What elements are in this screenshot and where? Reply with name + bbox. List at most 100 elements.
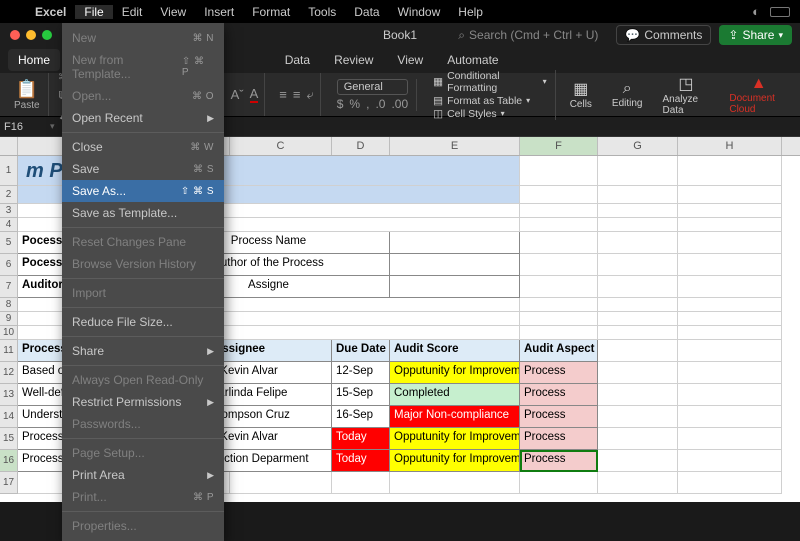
menu-properties[interactable]: Properties... [62,515,224,537]
pdf-icon: ▲ [751,75,767,93]
cells-button[interactable]: ▦Cells [564,79,598,110]
align-left-icon[interactable]: ≡ [279,87,287,102]
zoom-icon[interactable] [42,30,52,40]
share-button[interactable]: ⇪ Share ▾ [719,25,792,45]
menu-insert[interactable]: Insert [195,5,243,19]
menu-format[interactable]: Format [243,5,299,19]
cell-score-13[interactable]: Completed [390,384,520,406]
menu-open-recent[interactable]: Open Recent▶ [62,107,224,129]
cell-due-16[interactable]: Today [332,450,390,472]
menu-new[interactable]: New⌘ N [62,27,224,49]
col-hdr-score[interactable]: Audit Score [390,340,520,362]
menu-save-as[interactable]: Save As...⇧ ⌘ S [62,180,224,202]
minimize-icon[interactable] [26,30,36,40]
cell-aspect-15[interactable]: Process [520,428,598,450]
analyze-button[interactable]: ◳Analyze Data [657,74,716,116]
menu-window[interactable]: Window [389,5,450,19]
font-group: Aˇ A [225,73,266,116]
name-box[interactable]: F16 [4,121,46,133]
col-hdr-aspect[interactable]: Audit Aspect [520,340,598,362]
conditional-formatting-button[interactable]: ▦Conditional Formatting▾ [433,70,547,94]
document-title: Book1 [383,28,417,42]
cell-score-14[interactable]: Major Non-compliance [390,406,520,428]
cell-score-12[interactable]: Opputunity for Improvement [390,362,520,384]
menu-close[interactable]: Close⌘ W [62,136,224,158]
comma-icon[interactable]: , [366,97,369,111]
inc-decimal-icon[interactable]: .0 [375,97,385,111]
menu-restrict[interactable]: Restrict Permissions▶ [62,391,224,413]
currency-icon[interactable]: $ [337,97,344,111]
menu-view[interactable]: View [151,5,195,19]
cell-score-15[interactable]: Opputunity for Improvement [390,428,520,450]
tab-automate[interactable]: Automate [437,49,508,71]
dec-decimal-icon[interactable]: .00 [391,97,408,111]
percent-icon[interactable]: % [349,97,360,111]
menu-edit[interactable]: Edit [113,5,152,19]
align-center-icon[interactable]: ≡ [293,87,301,102]
menu-reduce-size[interactable]: Reduce File Size... [62,311,224,333]
styles-group: ▦Conditional Formatting▾ ▤Format as Tabl… [425,70,556,120]
wrap-icon[interactable]: ⤶ [306,87,313,103]
cells-icon: ▦ [573,79,588,99]
cell-aspect-16[interactable]: Process [520,450,598,472]
col-C[interactable]: C [230,137,332,155]
menu-reset-changes[interactable]: Reset Changes Pane [62,231,224,253]
menu-passwords[interactable]: Passwords... [62,413,224,435]
menu-new-template[interactable]: New from Template...⇧ ⌘ P [62,49,224,85]
menu-import[interactable]: Import [62,282,224,304]
menu-data[interactable]: Data [345,5,388,19]
format-as-table-button[interactable]: ▤Format as Table▾ [433,95,547,107]
cell-score-16[interactable]: Opputunity for Improvement [390,450,520,472]
table-icon: ▤ [433,95,443,107]
chevron-down-icon[interactable]: ▾ [50,121,55,132]
font-size-icon[interactable]: Aˇ [231,87,244,102]
cell-aspect-13[interactable]: Process [520,384,598,406]
comment-icon: 💬 [625,28,640,42]
cell-due-15[interactable]: Today [332,428,390,450]
cell-styles-button[interactable]: ◫Cell Styles▾ [433,108,547,120]
editing-button[interactable]: ⌕Editing [606,80,649,109]
menu-page-setup[interactable]: Page Setup... [62,442,224,464]
menu-help[interactable]: Help [449,5,492,19]
traffic-lights[interactable] [0,30,52,40]
search-box[interactable]: ⌕ Search (Cmd + Ctrl + U) [458,28,606,43]
number-format-select[interactable]: General [337,79,408,95]
col-E[interactable]: E [390,137,520,155]
help-icon[interactable]: ◐ [752,4,760,19]
menu-save-template[interactable]: Save as Template... [62,202,224,224]
cell-due-14[interactable]: 16-Sep [332,406,390,428]
col-D[interactable]: D [332,137,390,155]
col-hdr-due[interactable]: Due Date [332,340,390,362]
app-name[interactable]: Excel [26,5,75,19]
analyze-icon: ◳ [678,74,693,94]
battery-icon [770,7,790,17]
menu-tools[interactable]: Tools [299,5,345,19]
font-color-icon[interactable]: A [250,86,259,103]
cell-aspect-12[interactable]: Process [520,362,598,384]
document-cloud-button[interactable]: ▲Document Cloud [723,75,794,115]
menu-print-area[interactable]: Print Area▶ [62,464,224,486]
menu-open[interactable]: Open...⌘ O [62,85,224,107]
cell-due-12[interactable]: 12-Sep [332,362,390,384]
col-H[interactable]: H [678,137,782,155]
menu-file[interactable]: File [75,5,112,19]
select-all-corner[interactable] [0,137,18,155]
menu-browse-version[interactable]: Browse Version History [62,253,224,275]
menu-share[interactable]: Share▶ [62,340,224,362]
col-G[interactable]: G [598,137,678,155]
tab-home[interactable]: Home [8,49,60,71]
paste-icon[interactable]: 📋 [16,79,38,100]
menu-print[interactable]: Print...⌘ P [62,486,224,508]
menu-save[interactable]: Save⌘ S [62,158,224,180]
menu-always-readonly[interactable]: Always Open Read-Only [62,369,224,391]
share-label: Share [742,28,774,42]
close-icon[interactable] [10,30,20,40]
search-icon: ⌕ [458,28,465,43]
cell-aspect-14[interactable]: Process [520,406,598,428]
comments-button[interactable]: 💬 Comments [616,25,711,45]
tab-view[interactable]: View [387,49,433,71]
cell-due-13[interactable]: 15-Sep [332,384,390,406]
tab-data[interactable]: Data [275,49,320,71]
tab-review[interactable]: Review [324,49,383,71]
col-F[interactable]: F [520,137,598,155]
